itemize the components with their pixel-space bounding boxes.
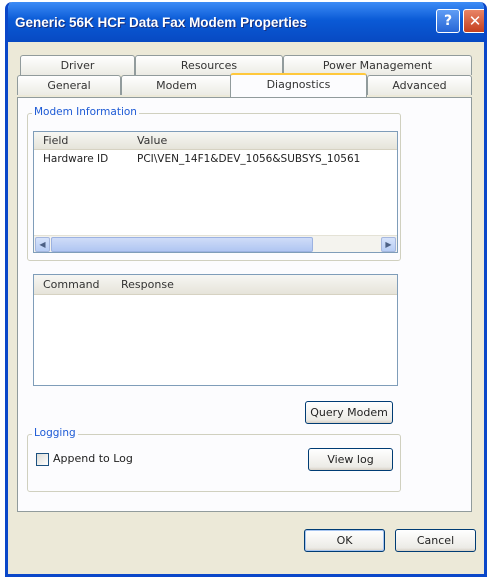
column-command[interactable]: Command — [34, 278, 112, 291]
chevron-right-icon: ▶ — [385, 240, 392, 249]
tab-general[interactable]: General — [17, 75, 121, 95]
close-icon: ✕ — [468, 12, 482, 30]
modem-info-label: Modem Information — [32, 106, 139, 118]
command-response-list[interactable]: Command Response — [33, 274, 398, 386]
window-title: Generic 56K HCF Data Fax Modem Propertie… — [15, 14, 307, 30]
query-modem-button[interactable]: Query Modem — [305, 401, 393, 424]
ok-button[interactable]: OK — [304, 529, 385, 552]
modem-info-header: Field Value — [34, 132, 397, 150]
row-field: Hardware ID — [43, 153, 109, 165]
tab-resources[interactable]: Resources — [135, 55, 283, 75]
row-value: PCI\VEN_14F1&DEV_1056&SUBSYS_10561 — [137, 153, 361, 165]
view-log-button[interactable]: View log — [308, 448, 393, 471]
horizontal-scrollbar[interactable]: ◀ ▶ — [34, 235, 397, 252]
cancel-button[interactable]: Cancel — [395, 529, 476, 552]
title-bar[interactable]: Generic 56K HCF Data Fax Modem Propertie… — [8, 2, 484, 42]
scrollbar-thumb[interactable] — [51, 237, 313, 252]
tab-power-management[interactable]: Power Management — [283, 55, 472, 75]
logging-label: Logging — [32, 427, 78, 439]
column-field[interactable]: Field — [34, 134, 128, 147]
close-button[interactable]: ✕ — [463, 9, 484, 33]
help-button[interactable]: ? — [436, 9, 460, 33]
tab-driver[interactable]: Driver — [20, 55, 135, 75]
scroll-left-button[interactable]: ◀ — [35, 237, 50, 252]
tab-advanced[interactable]: Advanced — [367, 75, 472, 95]
tab-diagnostics[interactable]: Diagnostics — [230, 73, 367, 97]
chevron-left-icon: ◀ — [39, 240, 46, 249]
modem-info-list[interactable]: Field Value Hardware ID PCI\VEN_14F1&DEV… — [33, 131, 398, 253]
append-to-log-checkbox[interactable] — [36, 453, 49, 466]
column-response[interactable]: Response — [112, 278, 174, 291]
table-row[interactable]: Hardware ID PCI\VEN_14F1&DEV_1056&SUBSYS… — [34, 150, 397, 168]
command-response-header: Command Response — [34, 275, 397, 295]
scroll-right-button[interactable]: ▶ — [381, 237, 396, 252]
column-value[interactable]: Value — [128, 134, 167, 147]
diagnostics-panel: Modem Information Field Value Hardware I… — [17, 97, 472, 512]
tab-modem[interactable]: Modem — [121, 75, 232, 95]
properties-dialog: Generic 56K HCF Data Fax Modem Propertie… — [5, 2, 487, 577]
append-to-log-label[interactable]: Append to Log — [53, 452, 133, 465]
